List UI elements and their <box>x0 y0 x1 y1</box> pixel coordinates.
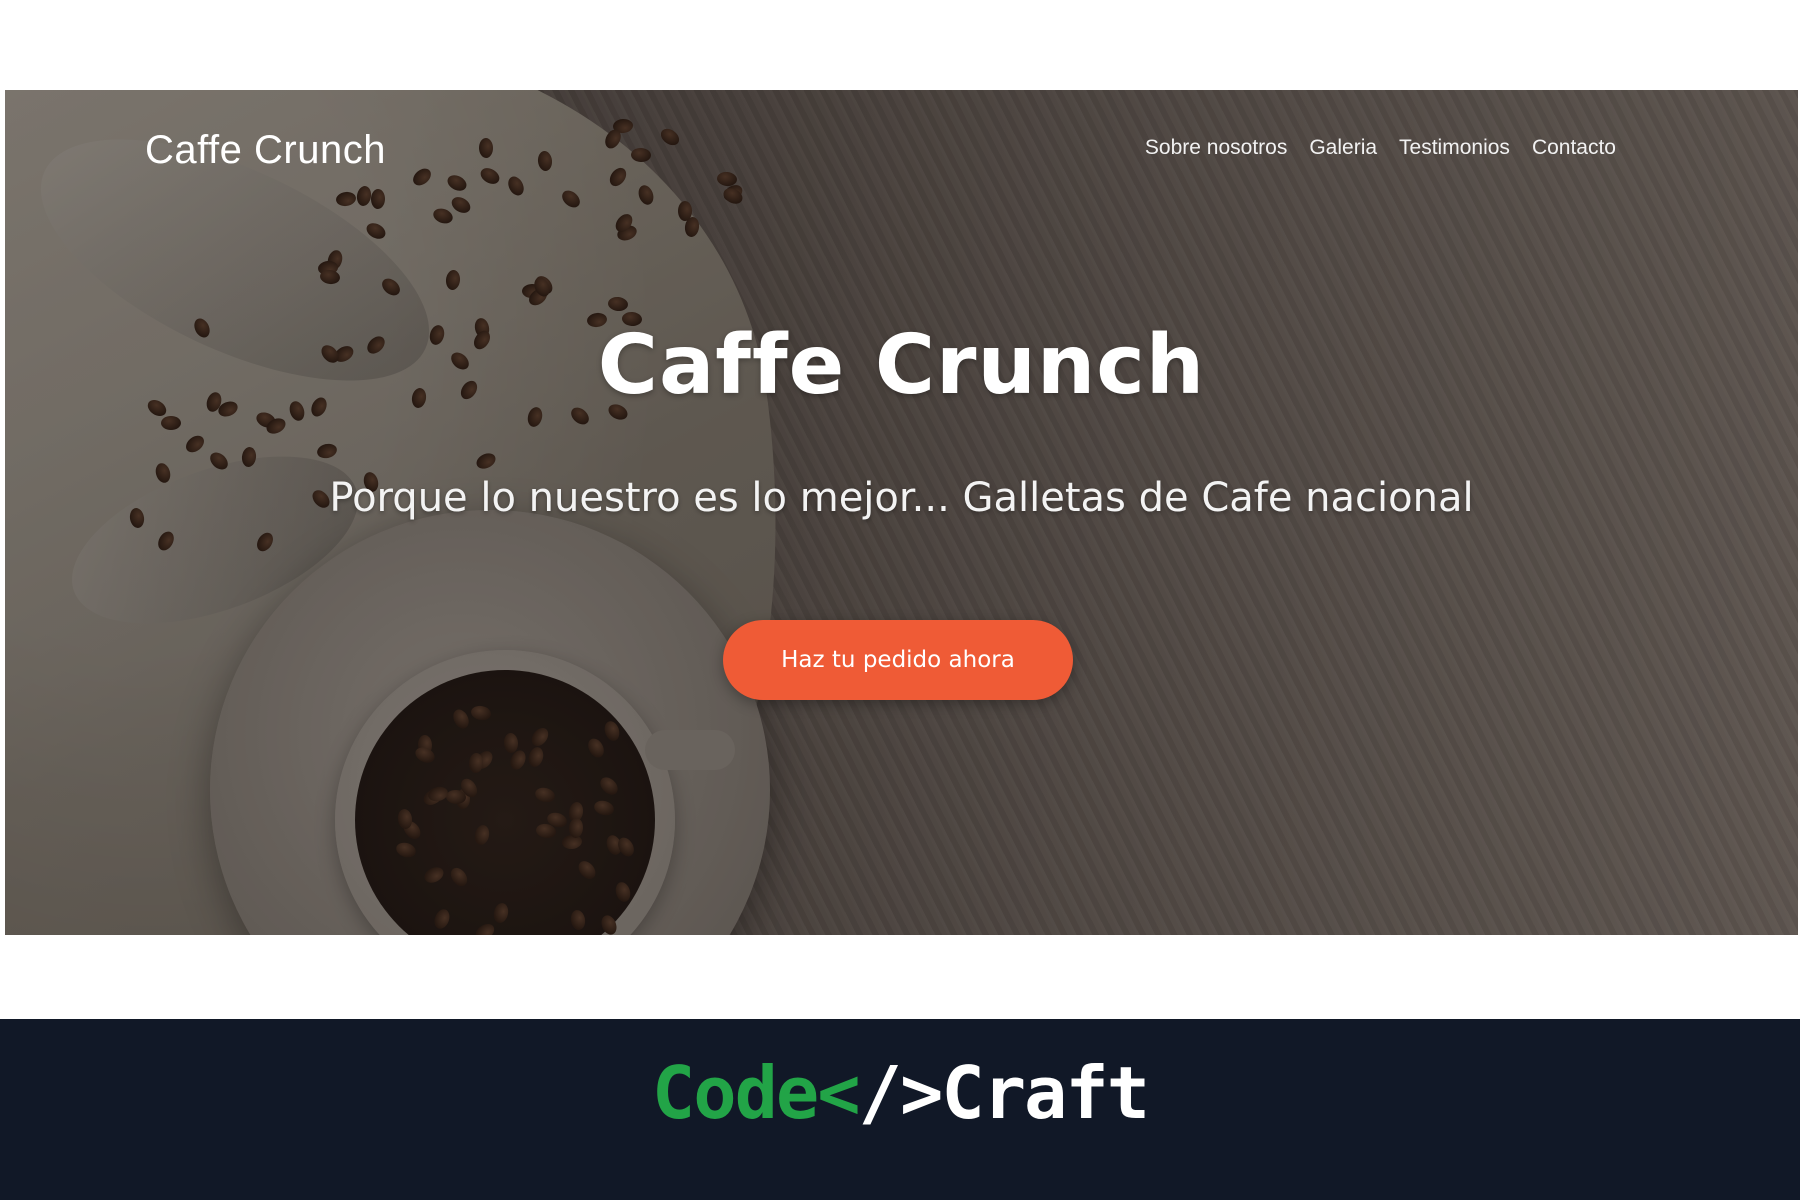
logo-lt: < <box>817 1051 860 1135</box>
footer-banner: Code</>Craft <box>0 1019 1800 1200</box>
order-now-button[interactable]: Haz tu pedido ahora <box>723 620 1073 700</box>
logo-craft: Craft <box>941 1051 1150 1135</box>
logo-slash: /> <box>858 1051 944 1135</box>
nav-item-sobre-nosotros[interactable]: Sobre nosotros <box>1145 136 1287 160</box>
main-nav: Sobre nosotros Galeria Testimonios Conta… <box>1145 136 1616 160</box>
nav-item-testimonios[interactable]: Testimonios <box>1399 136 1510 160</box>
brand-logo[interactable]: Caffe Crunch <box>145 128 386 173</box>
logo-code: Code <box>651 1051 819 1135</box>
hero-subtitle: Porque lo nuestro es lo mejor... Galleta… <box>329 475 1474 521</box>
hero-section: Caffe Crunch Sobre nosotros Galeria Test… <box>5 90 1798 935</box>
hero-title: Caffe Crunch <box>597 318 1206 413</box>
nav-item-galeria[interactable]: Galeria <box>1309 136 1377 160</box>
codecraft-logo: Code</>Craft <box>0 1051 1800 1135</box>
nav-item-contacto[interactable]: Contacto <box>1532 136 1616 160</box>
